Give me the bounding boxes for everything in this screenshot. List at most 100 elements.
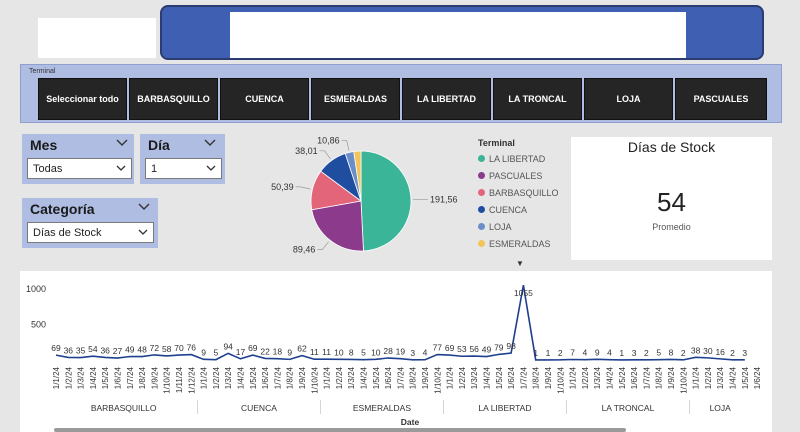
data-label: 4 (423, 348, 428, 358)
data-label: 94 (223, 341, 233, 351)
data-label: 2 (558, 348, 563, 358)
x-tick-label: 1/6/24 (384, 366, 393, 389)
chevron-down-icon[interactable] (136, 200, 152, 214)
dia-value: 1 (151, 162, 158, 175)
slicer-item-la-libertad[interactable]: LA LIBERTAD (402, 78, 491, 120)
data-label: 36 (100, 345, 110, 355)
x-tick-label: 1/7/24 (126, 366, 135, 389)
x-tick-label: 1/5/24 (249, 366, 258, 389)
x-tick-label: 1/10/24 (310, 366, 319, 393)
data-label: 10 (334, 347, 344, 357)
data-label: 54 (88, 344, 98, 354)
data-label: 2 (730, 348, 735, 358)
x-group-label: ESMERALDAS (353, 403, 411, 413)
slicer-item-esmeraldas[interactable]: ESMERALDAS (311, 78, 400, 120)
line-chart-svg: 500100069 36 35 54 36 27 49 48 72 58 70 76 9 59417 69 2… (26, 284, 762, 427)
data-label: 1 (533, 348, 538, 358)
x-tick-label: 1/10/24 (163, 366, 172, 393)
pie-legend: Terminal LA LIBERTAD PASCUALES BARBASQUILL… (478, 138, 559, 252)
legend-label: ESMERALDAS (489, 238, 551, 249)
dropdown-arrow-icon (206, 165, 216, 171)
x-tick-label: 1/4/24 (360, 366, 369, 389)
chevron-down-icon[interactable] (202, 136, 218, 150)
data-label: 3 (742, 348, 747, 358)
data-label: 77 (433, 343, 443, 353)
slicer-item-barbasquillo[interactable]: BARBASQUILLO (129, 78, 218, 120)
x-tick-label: 1/2/24 (458, 366, 467, 389)
legend-item[interactable]: PASCUALES (478, 167, 559, 184)
x-tick-label: 1/8/24 (286, 366, 295, 389)
x-tick-label: 1/9/24 (298, 366, 307, 389)
slicer-item-cuenca[interactable]: CUENCA (220, 78, 309, 120)
header-title-area (230, 12, 686, 58)
legend-dot (478, 189, 485, 196)
slicer-item-pascuales[interactable]: PASCUALES (675, 78, 767, 120)
legend-item[interactable]: CUENCA (478, 201, 559, 218)
x-tick-label: 1/1/24 (200, 366, 209, 389)
data-label: 1 (619, 348, 624, 358)
data-label: 35 (76, 346, 86, 356)
slicer-item-seleccionar-todo[interactable]: Seleccionar todo (38, 78, 127, 120)
pie-data-label: 191,56 (430, 194, 458, 204)
kpi-value: 54 (657, 187, 686, 217)
data-label: 9 (287, 347, 292, 357)
dia-dropdown[interactable]: 1 (145, 158, 222, 179)
chevron-down-icon[interactable] (114, 136, 130, 150)
slicer-item-loja[interactable]: LOJA (584, 78, 673, 120)
x-tick-label: 1/3/24 (470, 366, 479, 389)
data-label: 5 (214, 348, 219, 358)
data-label: 11 (310, 347, 319, 357)
x-tick-label: 1/1/24 (569, 366, 578, 389)
pie-slice-la-libertad[interactable] (360, 150, 412, 252)
terminal-slicer: Terminal Seleccionar todo BARBASQUILLO C… (20, 64, 782, 123)
x-tick-label: 1/6/24 (114, 366, 123, 389)
x-tick-label: 1/9/24 (667, 366, 676, 389)
x-tick-label: 1/2/24 (704, 366, 713, 389)
legend-title: Terminal (478, 138, 515, 148)
x-tick-label: 1/1/24 (323, 366, 332, 389)
data-label: 4 (583, 348, 588, 358)
data-label: 70 (174, 343, 184, 353)
categoria-dropdown[interactable]: Días de Stock (27, 222, 154, 243)
legend-item[interactable]: LA LIBERTAD (478, 150, 559, 167)
logo-placeholder (38, 18, 156, 58)
categoria-label: Categoría (30, 201, 95, 217)
data-label: 5 (656, 348, 661, 358)
data-label: 1055 (514, 288, 533, 298)
data-label: 18 (273, 347, 283, 357)
legend-label: BARBASQUILLO (489, 187, 559, 198)
data-label: 3 (410, 348, 415, 358)
x-tick-label: 1/11/24 (175, 366, 184, 393)
legend-dot (478, 172, 485, 179)
x-group-label: CUENCA (241, 403, 277, 413)
x-group-label: BARBASQUILLO (91, 403, 157, 413)
x-tick-label: 1/3/24 (347, 366, 356, 389)
horizontal-scrollbar[interactable] (54, 428, 626, 432)
pie-data-label: 50,39 (271, 182, 294, 192)
data-label: 27 (113, 346, 123, 356)
x-group-label: LA LIBERTAD (478, 403, 531, 413)
legend-item[interactable]: LOJA (478, 218, 559, 235)
x-tick-label: 1/7/24 (642, 366, 651, 389)
x-tick-label: 1/2/24 (212, 366, 221, 389)
categoria-filter: Categoría Días de Stock (22, 198, 158, 248)
legend-dot (478, 206, 485, 213)
legend-label: CUENCA (489, 204, 528, 215)
legend-item[interactable]: BARBASQUILLO (478, 184, 559, 201)
slicer-item-la-troncal[interactable]: LA TRONCAL (493, 78, 582, 120)
x-tick-label: 1/2/24 (581, 366, 590, 389)
legend-dot (478, 155, 485, 162)
data-label: 1 (546, 348, 551, 358)
pie-data-label: 10,86 (317, 136, 340, 146)
x-tick-label: 1/4/24 (483, 366, 492, 389)
data-label: 58 (162, 344, 172, 354)
x-tick-label: 1/5/24 (372, 366, 381, 389)
expand-caret-icon[interactable]: ▼ (516, 259, 524, 268)
x-tick-label: 1/2/24 (64, 366, 73, 389)
kpi-card: Días de Stock 54 Promedio (571, 137, 772, 260)
data-label: 8 (669, 347, 674, 357)
legend-item[interactable]: ESMERALDAS (478, 235, 559, 252)
data-label: 69 (51, 343, 61, 353)
mes-dropdown[interactable]: Todas (27, 158, 132, 179)
x-tick-label: 1/6/24 (630, 366, 639, 389)
